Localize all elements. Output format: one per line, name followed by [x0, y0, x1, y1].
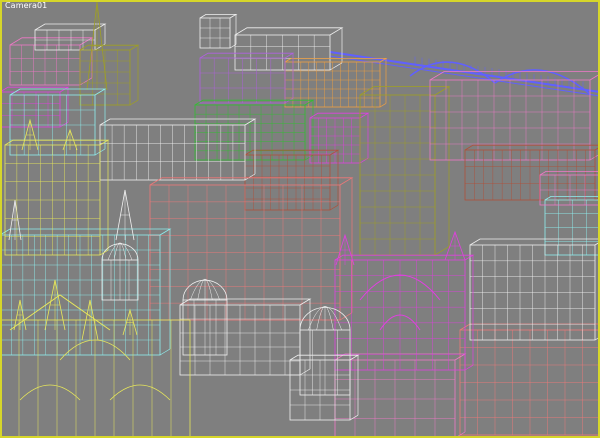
- bg-building-cupola: [199, 13, 238, 49]
- white-dome-right: [299, 306, 351, 396]
- bg-building-violet: [199, 52, 295, 104]
- cyan-spire-2: [8, 199, 22, 241]
- magenta-church: [334, 254, 475, 371]
- yellow-spire-3: [122, 308, 138, 336]
- viewport-camera-label[interactable]: Camera01: [5, 1, 47, 10]
- bg-building-gray-roof: [234, 27, 344, 71]
- magenta-tower-right: [444, 230, 466, 261]
- white-right-building: [469, 238, 600, 341]
- pink-right-mid: [429, 71, 600, 161]
- cyan-palace: [0, 228, 172, 356]
- wireframe-scene[interactable]: [0, 0, 600, 438]
- yellow-spire-main: [44, 279, 66, 331]
- yellow-upper-spire: [21, 118, 39, 151]
- brown-center-building: [244, 149, 340, 211]
- white-arcade-building: [99, 118, 257, 181]
- orange-round-building: [284, 58, 388, 108]
- camera-viewport[interactable]: Camera01: [0, 0, 600, 438]
- magenta-building-mid: [309, 112, 370, 164]
- cyan-dome-left: [101, 242, 139, 301]
- cyan-spire-1: [115, 189, 135, 241]
- salmon-right-block: [459, 323, 600, 436]
- green-building: [194, 99, 315, 161]
- brown-row-building: [464, 144, 600, 201]
- yellow-cathedral: [0, 294, 191, 438]
- bg-spire-tall: [86, 1, 108, 91]
